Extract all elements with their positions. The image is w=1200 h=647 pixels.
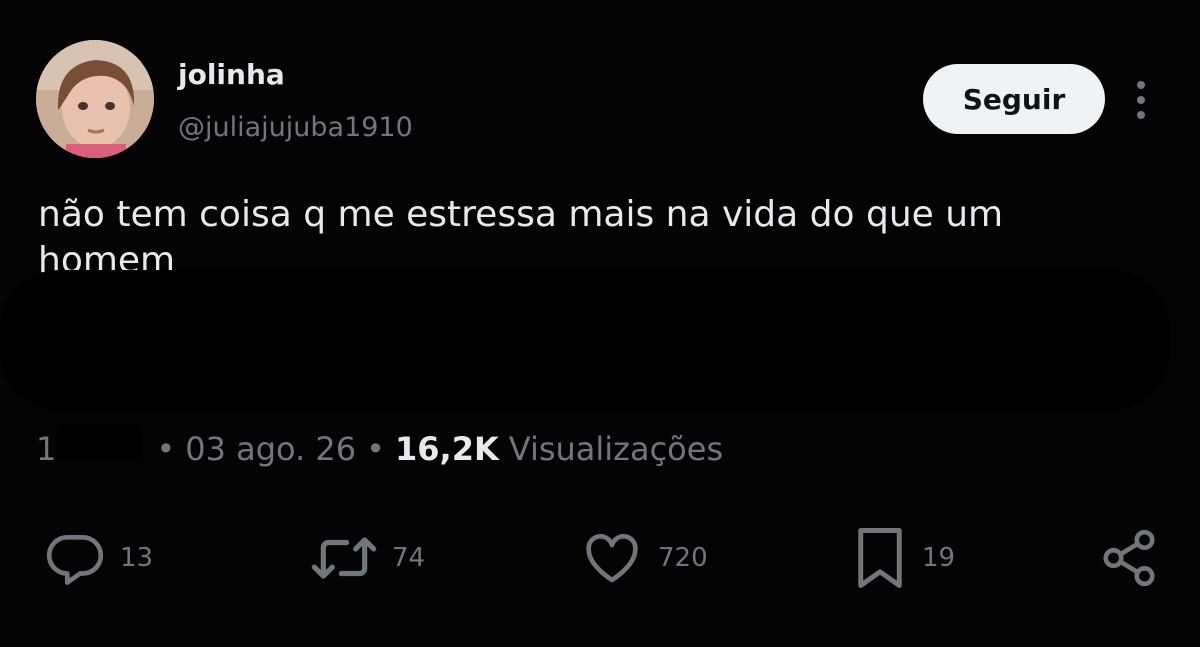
views-label: Visualizações [508, 430, 724, 468]
redaction-overlay [0, 270, 1170, 410]
reply-button[interactable]: 13 [44, 518, 153, 598]
meta-separator: • [156, 430, 176, 468]
author-handle[interactable]: @juliajujuba1910 [178, 112, 413, 143]
follow-button[interactable]: Seguir [923, 64, 1105, 134]
repost-count: 74 [392, 543, 426, 573]
bookmark-count: 19 [922, 543, 956, 573]
author-display-name[interactable]: jolinha [178, 58, 285, 91]
bookmark-button[interactable]: 19 [852, 518, 955, 598]
tweet-card: jolinha @juliajujuba1910 Seguir não tem … [0, 0, 1200, 647]
time-redaction [56, 424, 143, 460]
tweet-date[interactable]: 03 ago. 26 [185, 430, 356, 468]
share-icon [1098, 527, 1160, 589]
views-count: 16,2K [395, 430, 499, 468]
meta-separator: • [366, 430, 385, 468]
reply-count: 13 [120, 543, 154, 573]
like-button[interactable]: 720 [580, 518, 708, 598]
repost-icon [310, 527, 378, 589]
bookmark-icon [852, 525, 908, 591]
repost-button[interactable]: 74 [310, 518, 425, 598]
more-options-icon[interactable] [1124, 78, 1158, 122]
reply-icon [44, 527, 106, 589]
tweet-meta: 1 • 03 ago. 26 • 16,2K Visualizações [36, 424, 723, 468]
share-button[interactable] [1098, 518, 1160, 598]
heart-icon [580, 527, 644, 589]
tweet-time[interactable]: 1 [36, 430, 56, 468]
like-count: 720 [658, 543, 708, 573]
action-bar: 13 74 720 19 [0, 518, 1200, 598]
avatar[interactable] [36, 40, 154, 158]
